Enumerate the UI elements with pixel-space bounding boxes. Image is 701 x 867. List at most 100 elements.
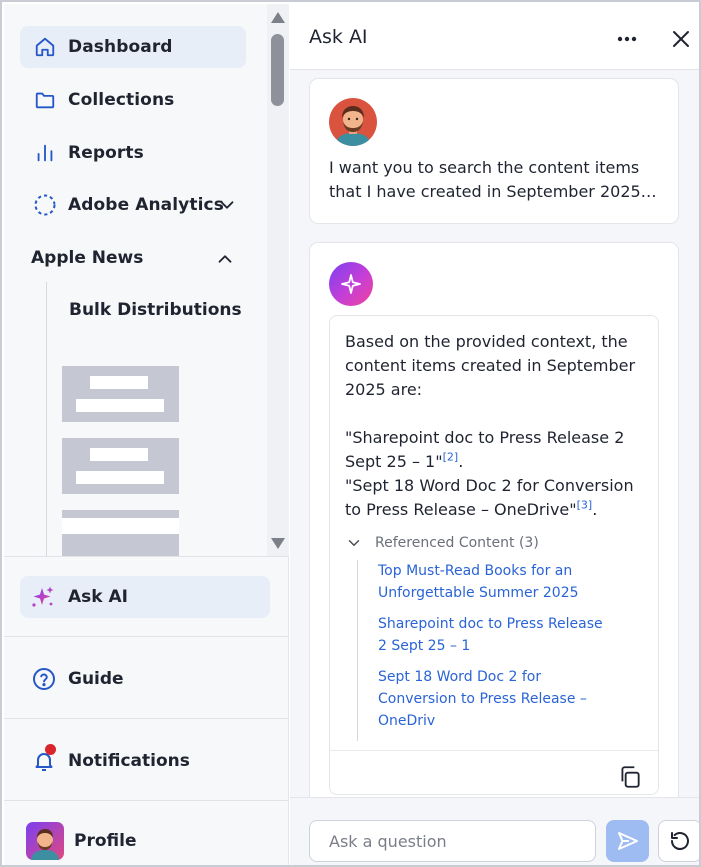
- ai-avatar: [329, 262, 373, 306]
- send-icon: [617, 832, 638, 850]
- sidebar-item-label: Collections: [68, 90, 175, 110]
- tree-guide-line: [46, 282, 47, 556]
- sidebar-nav: Dashboard Collections Reports Adobe Anal…: [4, 4, 289, 556]
- folder-icon: [32, 87, 58, 113]
- sidebar-item-label: Dashboard: [68, 37, 173, 57]
- bar-chart-icon: [32, 140, 58, 166]
- skeleton-line: [90, 448, 148, 461]
- question-input[interactable]: [309, 820, 596, 862]
- reference-link[interactable]: Top Must-Read Books for an Unforgettable…: [378, 560, 627, 604]
- answer-footer-divider: [330, 750, 658, 751]
- copy-icon: [621, 766, 640, 788]
- loading-skeleton: [62, 510, 179, 556]
- reference-line: 2 Sept 25 – 1: [378, 638, 471, 654]
- ai-answer-box: Based on the provided context, the conte…: [329, 315, 659, 795]
- chat-input-bar: [290, 797, 699, 865]
- reference-line: Sharepoint doc to Press Release: [378, 616, 603, 632]
- user-message-text: I want you to search the content items t…: [329, 156, 664, 204]
- sidebar-item-label: Adobe Analytics: [68, 195, 224, 215]
- answer-line: "Sept 18 Word Doc 2 for Conversion: [345, 476, 634, 495]
- citation-link[interactable]: [2]: [443, 451, 459, 464]
- sidebar-item-profile[interactable]: Profile: [20, 820, 270, 862]
- close-button[interactable]: [666, 24, 696, 54]
- ai-response-card: Based on the provided context, the conte…: [309, 242, 679, 797]
- section-apple-news[interactable]: Apple News: [31, 248, 143, 268]
- notification-badge: [45, 744, 56, 755]
- skeleton-line: [76, 399, 164, 412]
- skeleton-line: [90, 376, 148, 389]
- sparkle-icon: [341, 274, 361, 294]
- skeleton-line: [76, 471, 164, 484]
- citation-link[interactable]: [3]: [577, 499, 593, 512]
- message-line: that I have created in September 2025…: [329, 182, 657, 201]
- punctuation: .: [592, 500, 598, 519]
- loading-skeleton: [62, 366, 179, 422]
- reference-line: OneDriv: [378, 713, 436, 729]
- app-window: Dashboard Collections Reports Adobe Anal…: [0, 0, 701, 867]
- question-circle-icon: [32, 667, 56, 691]
- sidebar-scrollbar[interactable]: [267, 4, 289, 556]
- answer-line: "Sharepoint doc to Press Release 2: [345, 428, 625, 447]
- sidebar-item-reports[interactable]: Reports: [20, 132, 246, 174]
- sidebar-item-ask-ai[interactable]: Ask AI: [20, 576, 270, 618]
- sidebar-divider: [4, 556, 289, 557]
- sidebar-item-bulk-distributions[interactable]: Bulk Distributions: [69, 300, 242, 320]
- avatar: [26, 822, 64, 860]
- user-message-card: I want you to search the content items t…: [309, 78, 679, 224]
- sidebar-item-label: Reports: [68, 143, 144, 163]
- sidebar-item-collections[interactable]: Collections: [20, 79, 246, 121]
- message-line: I want you to search the content items: [329, 158, 640, 177]
- sidebar-divider: [4, 718, 289, 719]
- sidebar-divider: [4, 800, 289, 801]
- more-horizontal-icon: [617, 36, 637, 42]
- referenced-content-label: Referenced Content (3): [375, 535, 539, 551]
- sidebar-item-guide[interactable]: Guide: [20, 658, 270, 700]
- reference-link[interactable]: Sept 18 Word Doc 2 for Conversion to Pre…: [378, 666, 627, 732]
- chevron-down-icon[interactable]: [216, 194, 238, 216]
- answer-line: 2025 are:: [345, 380, 423, 399]
- reference-line: Unforgettable Summer 2025: [378, 585, 579, 601]
- close-icon: [673, 31, 689, 47]
- referenced-content-toggle[interactable]: Referenced Content (3): [345, 534, 539, 552]
- user-avatar: [329, 98, 377, 146]
- answer-item-text: to Press Release – OneDrive": [345, 500, 577, 519]
- scroll-down-arrow-icon[interactable]: [271, 538, 285, 549]
- ai-answer-text: Based on the provided context, the conte…: [345, 330, 645, 522]
- analytics-dashed-circle-icon: [32, 192, 58, 218]
- page-title: Ask AI: [309, 26, 368, 48]
- referenced-content-list: Top Must-Read Books for an Unforgettable…: [357, 560, 627, 741]
- sidebar-divider: [4, 636, 289, 637]
- punctuation: .: [458, 452, 464, 471]
- send-button[interactable]: [606, 820, 649, 862]
- answer-line: to Press Release – OneDrive"[3].: [345, 498, 645, 522]
- skeleton-line: [62, 518, 179, 534]
- scroll-up-arrow-icon[interactable]: [271, 12, 285, 23]
- refresh-icon: [671, 832, 689, 850]
- sidebar-item-notifications[interactable]: Notifications: [20, 740, 270, 782]
- answer-item-text: Sept 25 – 1": [345, 452, 443, 471]
- chevron-up-icon[interactable]: [214, 248, 236, 270]
- reset-conversation-button[interactable]: [658, 820, 699, 862]
- scrollbar-thumb[interactable]: [271, 34, 284, 106]
- sidebar-item-label: Notifications: [68, 751, 190, 771]
- home-icon: [32, 34, 58, 60]
- sidebar: Dashboard Collections Reports Adobe Anal…: [4, 4, 289, 865]
- panel-header: Ask AI: [290, 4, 699, 70]
- ask-ai-panel: Ask AI I want you to search the content …: [290, 4, 699, 865]
- sidebar-item-dashboard[interactable]: Dashboard: [20, 26, 246, 68]
- sidebar-item-label: Profile: [74, 831, 137, 851]
- loading-skeleton: [62, 438, 179, 494]
- sidebar-item-adobe-analytics[interactable]: Adobe Analytics: [20, 184, 246, 226]
- copy-button[interactable]: [617, 764, 643, 790]
- bell-icon: [32, 744, 56, 773]
- chevron-down-icon: [348, 540, 360, 546]
- sparkle-icon: [30, 584, 56, 610]
- reference-line: Top Must-Read Books for an: [378, 563, 573, 579]
- reference-link[interactable]: Sharepoint doc to Press Release 2 Sept 2…: [378, 613, 627, 657]
- sidebar-item-label: Ask AI: [68, 587, 128, 607]
- more-options-button[interactable]: [612, 24, 642, 54]
- chat-thread[interactable]: I want you to search the content items t…: [290, 71, 699, 797]
- reference-line: Conversion to Press Release –: [378, 691, 587, 707]
- answer-line: Based on the provided context, the: [345, 332, 628, 351]
- sidebar-item-label: Guide: [68, 669, 124, 689]
